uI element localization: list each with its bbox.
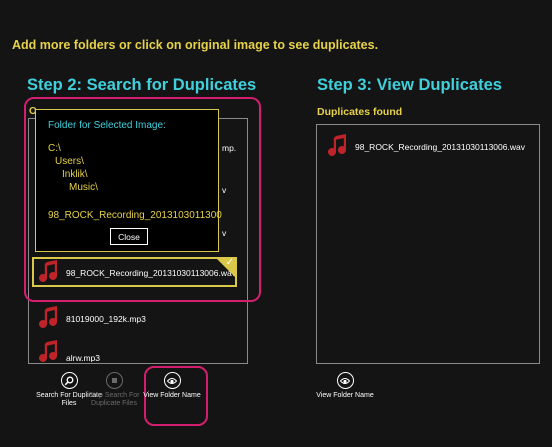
file-name: 81019000_192k.mp3 <box>66 314 146 324</box>
music-note-icon <box>38 306 60 332</box>
view-folder-name-button-right[interactable]: View Folder Name <box>310 372 380 400</box>
music-note-icon <box>38 340 60 362</box>
search-icon <box>60 372 78 389</box>
duplicates-found-label: Duplicates found <box>317 106 403 118</box>
eye-icon <box>163 372 181 389</box>
highlight-frame <box>24 97 261 302</box>
instruction-text: Add more folders or click on original im… <box>12 38 379 52</box>
eye-icon <box>336 372 354 389</box>
file-name: alrw.mp3 <box>66 353 101 362</box>
list-item[interactable]: 81019000_192k.mp3 <box>38 305 146 333</box>
button-label: View Folder Name <box>143 392 201 399</box>
list-item[interactable]: 98_ROCK_Recording_20131030113006.wav <box>327 133 525 161</box>
step2-title: Step 2: Search for Duplicates <box>27 76 257 94</box>
music-note-icon <box>327 134 349 160</box>
button-label: View Folder Name <box>316 392 374 399</box>
button-label: Stop Search For Duplicate Files <box>88 392 140 407</box>
list-item[interactable]: alrw.mp3 <box>38 340 100 362</box>
view-folder-name-button[interactable]: View Folder Name <box>137 372 207 400</box>
step3-title: Step 3: View Duplicates <box>317 76 502 94</box>
file-name: 98_ROCK_Recording_20131030113006.wav <box>355 142 525 152</box>
stop-icon <box>105 372 123 389</box>
